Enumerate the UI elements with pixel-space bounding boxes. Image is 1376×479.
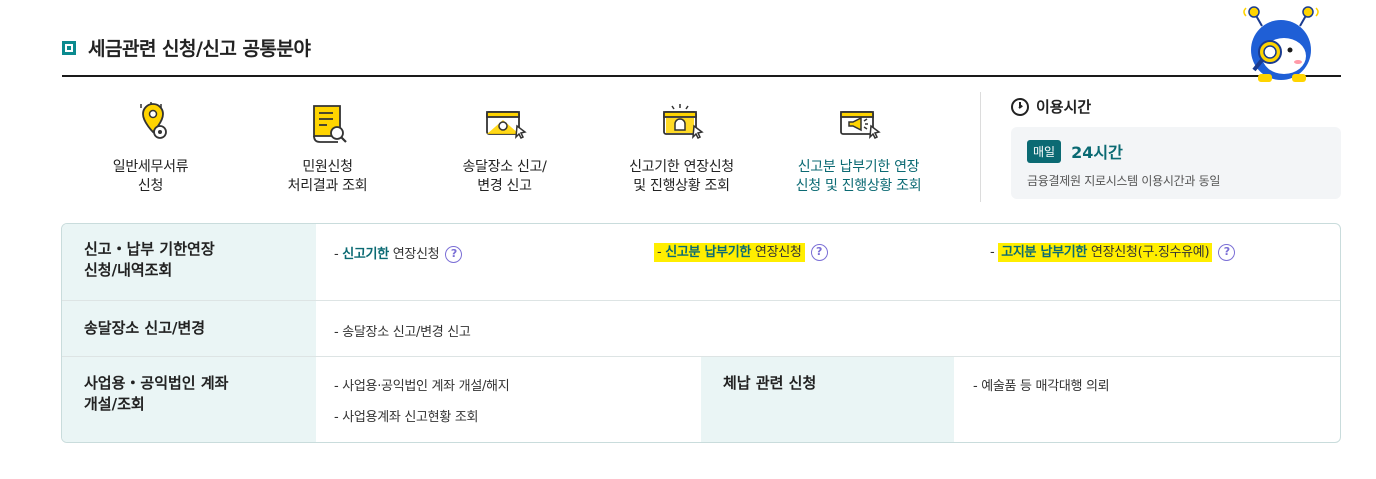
help-icon[interactable]: ? [445, 246, 463, 263]
document-search-icon [312, 105, 347, 143]
menu-item-general-tax-docs[interactable]: 일반세무서류 신청 [62, 92, 239, 204]
monitor-megaphone-icon [839, 111, 881, 140]
menu-item-civil-complaint-result[interactable]: 민원신청 처리결과 조회 [239, 92, 416, 204]
monitor-alarm-icon [662, 104, 704, 140]
service-table: 신고・납부 기한연장 신청/내역조회 - 신고기한 연장신청? - 신고분 납부… [61, 223, 1341, 443]
hours-title: 이용시간 [1036, 98, 1092, 116]
menu-label: 송달장소 신고/ 변경 신고 [462, 159, 547, 194]
filing-deadline-extension-link[interactable]: - 신고기한 연장신청? [334, 243, 463, 263]
document-gear-icon [139, 102, 167, 139]
row-header: 송달장소 신고/변경 [62, 301, 316, 356]
hours-box: 매일 24시간 금융결제원 지로시스템 이용시간과 동일 [1011, 127, 1341, 199]
service-hours: 이용시간 매일 24시간 금융결제원 지로시스템 이용시간과 동일 [1011, 96, 1341, 199]
help-icon[interactable]: ? [1218, 244, 1236, 261]
menu-item-payment-extension[interactable]: 신고분 납부기한 연장 신청 및 진행상황 조회 [770, 92, 947, 204]
daily-badge: 매일 [1027, 139, 1062, 163]
row-header-delinquency: 체납 관련 신청 [701, 357, 954, 442]
hours-value: 24시간 [1071, 143, 1123, 162]
menu-label: 신고분 납부기한 연장 신청 및 진행상황 조회 [795, 159, 922, 194]
menu-label: 일반세무서류 신청 [112, 159, 189, 194]
business-account-status-link[interactable]: - 사업용계좌 신고현황 조회 [334, 406, 478, 425]
title-divider [62, 75, 1341, 77]
quick-menu: 일반세무서류 신청 민원신청 처리결과 조회 송달장소 신고/ 변경 신고 신고… [62, 92, 980, 204]
section-title: 세금관련 신청/신고 공통분야 [88, 38, 311, 60]
section-header: 세금관련 신청/신고 공통분야 [62, 34, 311, 61]
menu-item-delivery-address[interactable]: 송달장소 신고/ 변경 신고 [416, 92, 593, 204]
notice-payment-extension-link[interactable]: - 고지분 납부기한 연장신청(구.징수유예)? [990, 241, 1236, 262]
artwork-sale-agency-link[interactable]: - 예술품 등 매각대행 의뢰 [973, 375, 1110, 394]
monitor-signin-icon [485, 111, 527, 140]
vertical-divider [980, 92, 981, 202]
clock-icon [1011, 97, 1029, 116]
payment-deadline-extension-link[interactable]: - 신고분 납부기한 연장신청? [654, 241, 828, 262]
hours-note: 금융결제원 지로시스템 이용시간과 동일 [1027, 174, 1221, 188]
delivery-address-link[interactable]: - 송달장소 신고/변경 신고 [334, 321, 471, 340]
table-row: 송달장소 신고/변경 - 송달장소 신고/변경 신고 [62, 301, 1340, 357]
help-icon[interactable]: ? [810, 244, 828, 261]
mascot-character-icon [1243, 6, 1319, 82]
menu-label: 신고기한 연장신청 및 진행상황 조회 [629, 159, 734, 194]
menu-label: 민원신청 처리결과 조회 [287, 159, 368, 194]
hours-header: 이용시간 [1011, 96, 1341, 117]
square-bullet-icon [62, 40, 76, 55]
row-header: 사업용・공익법인 계좌 개설/조회 [62, 357, 316, 442]
menu-item-filing-extension[interactable]: 신고기한 연장신청 및 진행상황 조회 [593, 92, 770, 204]
business-account-open-link[interactable]: - 사업용·공익법인 계좌 개설/해지 [334, 375, 510, 394]
row-header: 신고・납부 기한연장 신청/내역조회 [62, 224, 316, 300]
table-row: 신고・납부 기한연장 신청/내역조회 - 신고기한 연장신청? - 신고분 납부… [62, 224, 1340, 301]
table-row: 사업용・공익법인 계좌 개설/조회 - 사업용·공익법인 계좌 개설/해지 - … [62, 357, 1340, 442]
